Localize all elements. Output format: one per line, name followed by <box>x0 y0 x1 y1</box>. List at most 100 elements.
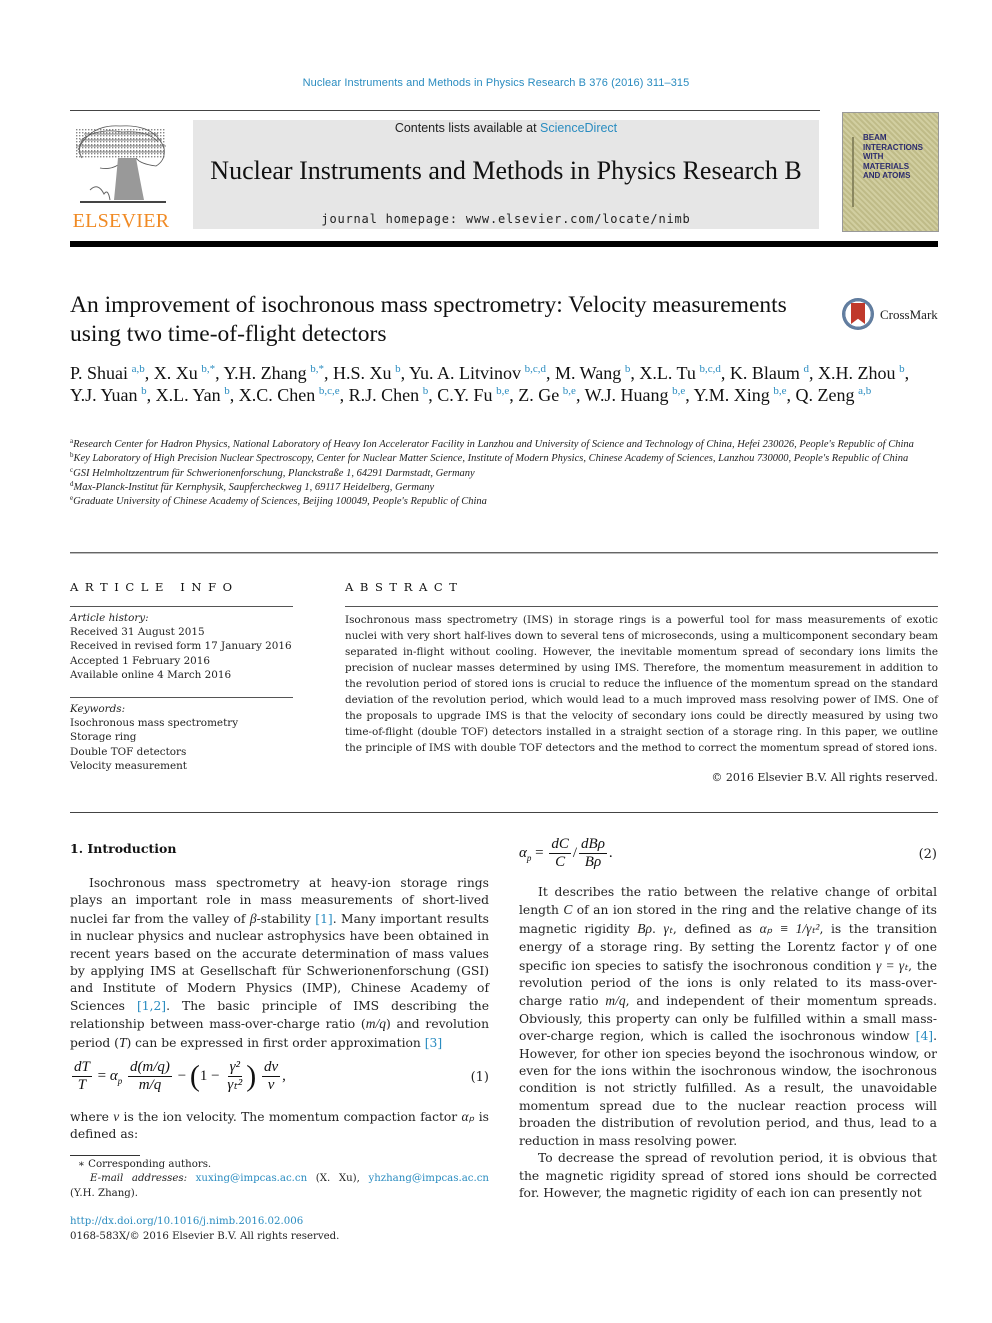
equation-2: αp = dC C / dBρ Bρ. (2) <box>519 836 937 880</box>
footnotes: ∗ Corresponding authors. E-mail addresse… <box>70 1158 489 1201</box>
cover-spine <box>852 137 854 207</box>
author-separator: , <box>786 385 796 405</box>
author-affiliation-marker[interactable]: b,c,e <box>319 385 340 397</box>
running-head-citation[interactable]: Nuclear Instruments and Methods in Physi… <box>0 77 992 89</box>
equals-sign: = <box>535 844 544 861</box>
journal-title: Nuclear Instruments and Methods in Physi… <box>210 156 802 185</box>
author-affiliation-marker[interactable]: b,e <box>496 385 509 397</box>
author-name[interactable]: R.J. Chen <box>349 385 420 405</box>
history-item: Received in revised form 17 January 2016 <box>70 640 292 653</box>
author-affiliation-marker[interactable]: b,c,d <box>699 363 720 375</box>
author-name[interactable]: Q. Zeng <box>796 385 855 405</box>
denominator: γₜ² <box>227 1077 243 1093</box>
abstract-copyright: © 2016 Elsevier B.V. All rights reserved… <box>711 771 938 784</box>
article-history-label: Article history: <box>70 612 149 624</box>
fraction: dC C <box>549 836 571 871</box>
author-affiliation-marker[interactable]: a,b <box>132 363 145 375</box>
intro-paragraph-2: where v is the ion velocity. The momentu… <box>70 1108 489 1144</box>
one: 1 <box>199 1067 208 1084</box>
author-affiliation-marker[interactable]: b,e <box>773 385 786 397</box>
email-line: E-mail addresses: xuxing@impcas.ac.cn (X… <box>70 1172 489 1186</box>
author-name[interactable]: X.H. Zhou <box>818 363 896 383</box>
author-name[interactable]: C.Y. Fu <box>437 385 492 405</box>
author-name[interactable]: X. Xu <box>154 363 198 383</box>
section-divider <box>70 552 938 553</box>
math-alpha: α <box>519 844 527 861</box>
author-name[interactable]: X.L. Yan <box>156 385 221 405</box>
minus-sign: − <box>177 1067 187 1084</box>
citation-link[interactable]: [1,2] <box>137 999 166 1013</box>
author-name[interactable]: Yu. A. Litvinov <box>409 363 521 383</box>
doi-link[interactable]: http://dx.doi.org/10.1016/j.nimb.2016.02… <box>70 1216 303 1227</box>
intro-paragraph-4: To decrease the spread of revolution per… <box>519 1151 937 1200</box>
math-definition: αₚ ≡ 1/γₜ² <box>759 920 820 936</box>
email-link-xu[interactable]: xuxing@impcas.ac.cn <box>196 1173 308 1184</box>
author-name[interactable]: M. Wang <box>555 363 621 383</box>
header-rule <box>70 110 820 111</box>
author-affiliation-marker[interactable]: a,b <box>858 385 871 397</box>
author-name[interactable]: X.L. Tu <box>639 363 696 383</box>
history-item: Available online 4 March 2016 <box>70 668 232 681</box>
author-separator: , <box>229 385 239 405</box>
abstract-heading: ABSTRACT <box>345 580 464 594</box>
author-separator: , <box>720 363 730 383</box>
right-paren: ) <box>246 1059 257 1093</box>
author-affiliation-marker[interactable]: b,c,d <box>525 363 546 375</box>
author-name[interactable]: P. Shuai <box>70 363 128 383</box>
cover-title-line: BEAM <box>863 133 887 142</box>
article-title: An improvement of isochronous mass spect… <box>70 292 787 347</box>
author-separator: , <box>904 363 910 383</box>
author-name[interactable]: Z. Ge <box>518 385 559 405</box>
elsevier-logo[interactable]: ELSEVIER <box>70 120 172 232</box>
author-name[interactable]: Y.M. Xing <box>694 385 770 405</box>
keyword-item[interactable]: Velocity measurement <box>70 759 330 773</box>
text: . Many important results in nuclear phys… <box>70 911 489 1013</box>
author-separator: , <box>685 385 694 405</box>
citation-link[interactable]: [3] <box>425 1036 442 1050</box>
text: -stability <box>256 911 316 926</box>
history-item: Accepted 1 February 2016 <box>70 654 211 667</box>
citation-link[interactable]: [4] <box>916 1029 933 1043</box>
author-name[interactable]: X.C. Chen <box>239 385 316 405</box>
email-label: E-mail addresses: <box>90 1173 188 1185</box>
affiliation-item: eGraduate University of Chinese Academy … <box>70 495 930 509</box>
affiliation-text: GSI Helmholtzzentrum für Schwerionenfors… <box>73 467 475 479</box>
equals-sign: = <box>97 1067 107 1084</box>
author-name[interactable]: Y.H. Zhang <box>223 363 306 383</box>
affiliation-item: dMax-Planck-Institut für Kernphysik, Sau… <box>70 480 930 495</box>
corresponding-authors-note: ∗ Corresponding authors. <box>78 1159 212 1170</box>
sciencedirect-link[interactable]: ScienceDirect <box>540 121 617 135</box>
denominator: T <box>77 1077 87 1093</box>
author-name[interactable]: K. Blaum <box>730 363 800 383</box>
author-affiliation-marker[interactable]: b,e <box>563 385 576 397</box>
keyword-item[interactable]: Double TOF detectors <box>70 745 330 759</box>
abstract-text: Isochronous mass spectrometry (IMS) in s… <box>345 614 938 754</box>
author-affiliation-marker[interactable]: b,e <box>672 385 685 397</box>
journal-cover-image[interactable]: BEAM INTERACTIONS WITH MATERIALS AND ATO… <box>842 112 939 232</box>
keyword-item[interactable]: Storage ring <box>70 730 330 744</box>
crossmark-button[interactable]: CrossMark <box>842 298 942 334</box>
keyword-item[interactable]: Isochronous mass spectrometry <box>70 716 330 730</box>
intro-paragraph-1: Isochronous mass spectrometry at heavy-i… <box>70 875 489 1052</box>
equation-1: dT T = αp d(m/q) m/q − (1 − γ² γₜ²) dv v, (1… <box>70 1059 489 1103</box>
section-heading-introduction: 1. Introduction <box>70 841 177 856</box>
author-separator: , <box>428 385 438 405</box>
journal-homepage-link[interactable]: journal homepage: www.elsevier.com/locat… <box>193 212 819 226</box>
text: ) can be expressed in first order approx… <box>126 1035 425 1050</box>
text: . <box>652 921 664 936</box>
author-name[interactable]: Y.J. Yuan <box>70 385 138 405</box>
author-affiliation-marker[interactable]: b,* <box>201 363 215 375</box>
fraction: γ² γₜ² <box>225 1059 244 1094</box>
math-C: C <box>563 902 573 918</box>
author-separator: , <box>630 363 640 383</box>
affiliation-list: aResearch Center for Hadron Physics, Nat… <box>70 438 930 509</box>
author-name[interactable]: H.S. Xu <box>333 363 392 383</box>
author-name[interactable]: W.J. Huang <box>585 385 669 405</box>
intro-paragraph-3: It describes the ratio between the relat… <box>519 884 937 1150</box>
author-affiliation-marker[interactable]: b,* <box>310 363 324 375</box>
masthead-thick-rule <box>70 241 938 247</box>
footnote-rule <box>70 1155 140 1156</box>
citation-link[interactable]: [1] <box>315 912 332 926</box>
numerator: dBρ <box>579 836 607 854</box>
email-link-zhang[interactable]: yhzhang@impcas.ac.cn <box>368 1173 489 1184</box>
